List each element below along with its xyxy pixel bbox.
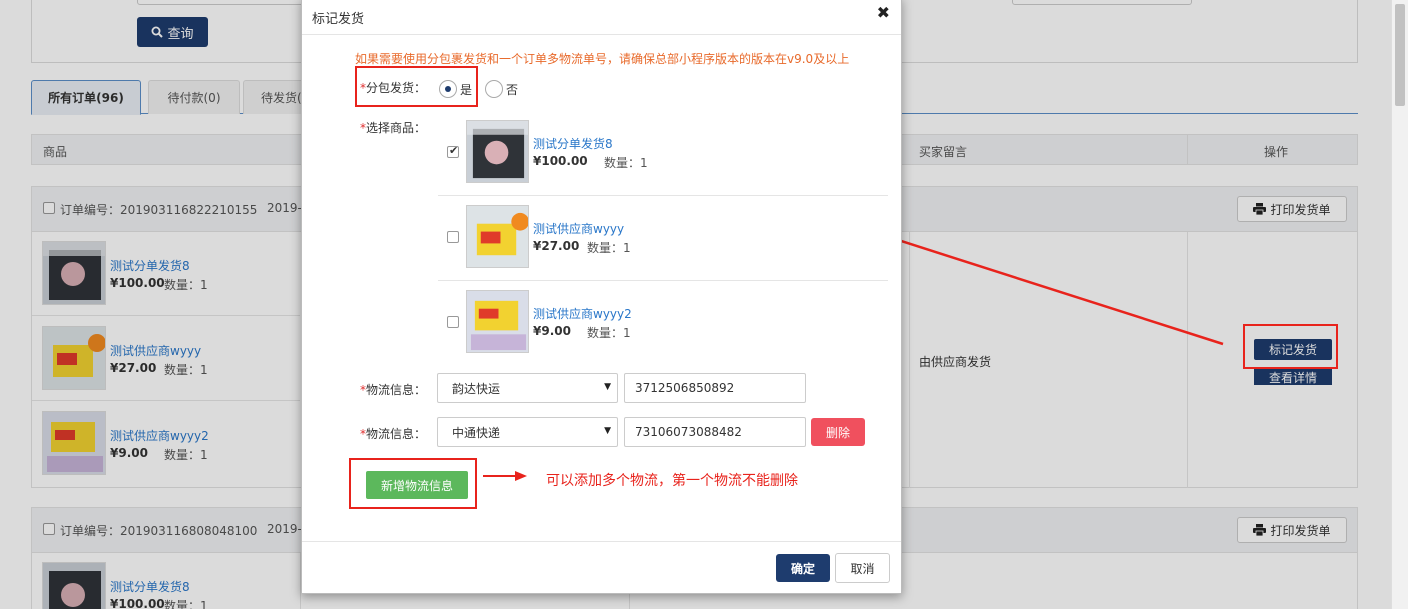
chevron-down-icon: ▼ — [604, 382, 611, 392]
product-image — [466, 290, 529, 353]
product-qty: 数量：1 — [587, 326, 631, 340]
product-checkbox[interactable] — [447, 316, 459, 328]
split-no-label[interactable]: 否 — [506, 81, 518, 98]
product-qty: 数量：1 — [587, 241, 631, 255]
dialog-product-item: 测试分单发货8 ¥100.00 数量：1 — [438, 111, 888, 196]
scrollbar-thumb[interactable] — [1395, 4, 1405, 106]
product-name[interactable]: 测试供应商wyyy2 — [533, 305, 632, 322]
product-price: ¥27.00 — [533, 239, 580, 253]
dialog-product-item: 测试供应商wyyy ¥27.00 数量：1 — [438, 196, 888, 281]
close-icon[interactable]: ✖ — [877, 3, 890, 22]
annotation-arrow-right-icon — [483, 471, 527, 481]
tracking-number-input[interactable]: 73106073088482 — [624, 417, 806, 447]
product-name[interactable]: 测试分单发货8 — [533, 135, 613, 152]
dialog-footer-divider — [302, 541, 901, 542]
product-name[interactable]: 测试供应商wyyy — [533, 220, 624, 237]
delete-logistics-button[interactable]: 删除 — [811, 418, 865, 446]
select-products-label: *选择商品： — [360, 121, 427, 135]
version-notice: 如果需要使用分包裹发货和一个订单多物流单号，请确保总部小程序版本的版本在v9.0… — [355, 52, 850, 66]
annotation-text: 可以添加多个物流，第一个物流不能删除 — [546, 473, 798, 489]
annotation-box-split — [355, 66, 478, 107]
logistics-label: *物流信息： — [360, 383, 427, 397]
tracking-number-input[interactable]: 3712506850892 — [624, 373, 806, 403]
annotation-arrow-icon — [861, 228, 1224, 346]
mark-shipped-dialog: 标记发货 ✖ 如果需要使用分包裹发货和一个订单多物流单号，请确保总部小程序版本的… — [301, 0, 902, 594]
dialog-product-item: 测试供应商wyyy2 ¥9.00 数量：1 — [438, 281, 888, 366]
product-price: ¥9.00 — [533, 324, 571, 338]
chevron-down-icon: ▼ — [604, 426, 611, 436]
product-checkbox[interactable] — [447, 231, 459, 243]
product-image — [466, 120, 529, 183]
carrier-select[interactable]: 韵达快运 ▼ — [437, 373, 618, 403]
dialog-title: 标记发货 — [312, 12, 365, 27]
logistics-label: *物流信息： — [360, 427, 427, 441]
page-scrollbar[interactable] — [1391, 0, 1408, 609]
cancel-button[interactable]: 取消 — [835, 553, 890, 583]
annotation-box-add — [349, 458, 477, 509]
dialog-header: 标记发货 ✖ — [302, 0, 901, 35]
annotation-box-mark-shipped — [1243, 324, 1338, 369]
split-no-radio[interactable] — [485, 80, 503, 98]
confirm-button[interactable]: 确定 — [776, 554, 830, 582]
product-price: ¥100.00 — [533, 154, 588, 168]
product-image — [466, 205, 529, 268]
carrier-select[interactable]: 中通快递 ▼ — [437, 417, 618, 447]
product-qty: 数量：1 — [604, 156, 648, 170]
product-checkbox[interactable] — [447, 144, 459, 158]
